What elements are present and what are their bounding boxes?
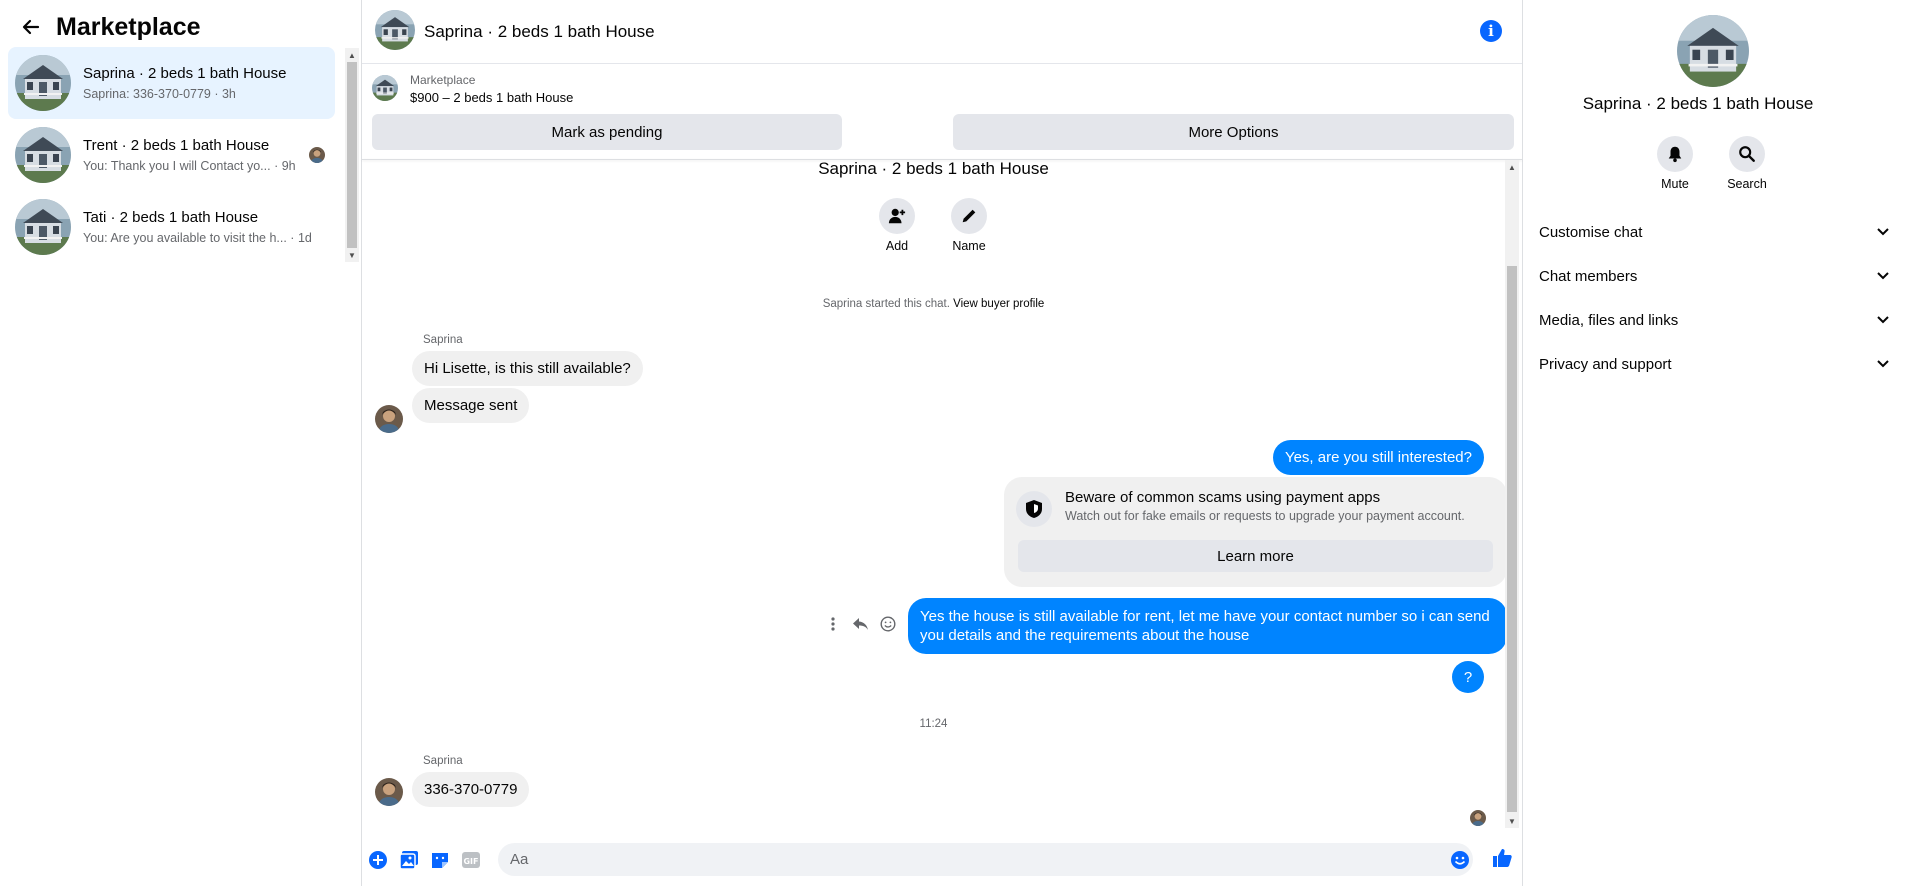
details-name: Saprina · 2 beds 1 bath House: [1582, 94, 1814, 113]
view-buyer-profile-link[interactable]: View buyer profile: [953, 298, 1044, 310]
scrollbar-thumb[interactable]: [347, 62, 357, 248]
scroll-down-arrow-icon[interactable]: ▼: [345, 248, 359, 262]
details-avatar[interactable]: [1677, 15, 1749, 87]
chat-header: Saprina · 2 beds 1 bath House i: [362, 0, 1522, 64]
svg-text:GIF: GIF: [463, 857, 478, 866]
scam-warning-title: Beware of common scams using payment app…: [1065, 489, 1381, 506]
outgoing-message[interactable]: Yes the house is still available for ren…: [908, 598, 1507, 654]
sidebar-scrollbar[interactable]: ▲ ▼: [345, 48, 359, 262]
media-files-links-section[interactable]: Media, files and links: [1539, 302, 1889, 338]
listing-price[interactable]: $900 – 2 beds 1 bath House: [410, 90, 573, 105]
mute-label: Mute: [1661, 177, 1689, 191]
chat-details-panel: Saprina · 2 beds 1 bath House Mute Searc…: [1523, 0, 1919, 886]
photo-icon[interactable]: [397, 848, 421, 872]
conversation-avatar: [15, 199, 71, 255]
mark-as-pending-button[interactable]: Mark as pending: [372, 114, 842, 150]
sender-name: Saprina: [423, 755, 463, 767]
outgoing-message[interactable]: ?: [1452, 661, 1484, 693]
incoming-message[interactable]: Hi Lisette, is this still available?: [412, 351, 643, 386]
thread-title: Saprina · 2 beds 1 bath House: [818, 159, 1049, 178]
conversation-name: Saprina · 2 beds 1 bath House: [83, 65, 287, 82]
info-icon[interactable]: i: [1480, 20, 1502, 42]
plus-circle-icon[interactable]: [366, 848, 390, 872]
conversation-item-trent[interactable]: Trent · 2 beds 1 bath House You: Thank y…: [8, 119, 335, 191]
listing-source-label: Marketplace: [410, 73, 476, 87]
name-label: Name: [952, 239, 986, 253]
chat-header-avatar[interactable]: [375, 10, 415, 50]
system-message: Saprina started this chat. View buyer pr…: [362, 298, 1505, 310]
seen-avatar-icon: [309, 147, 325, 163]
message-input[interactable]: [498, 843, 1473, 876]
listing-summary: Marketplace $900 – 2 beds 1 bath House: [372, 73, 573, 105]
reply-icon[interactable]: [850, 614, 870, 634]
chevron-down-icon: [1877, 360, 1889, 368]
outgoing-message[interactable]: Yes, are you still interested?: [1272, 440, 1484, 475]
pencil-icon[interactable]: [951, 198, 987, 234]
conversation-name: Trent · 2 beds 1 bath House: [83, 137, 270, 154]
sender-avatar[interactable]: [375, 405, 403, 433]
scroll-up-arrow-icon[interactable]: ▲: [1505, 160, 1519, 174]
conversation-name: Tati · 2 beds 1 bath House: [83, 209, 259, 226]
section-label: Customise chat: [1539, 223, 1643, 241]
add-person-icon[interactable]: [879, 198, 915, 234]
chat-header-title[interactable]: Saprina · 2 beds 1 bath House: [424, 22, 655, 42]
conversation-preview: You: Thank you I will Contact yo... · 9h: [83, 159, 296, 173]
chevron-down-icon: [1877, 272, 1889, 280]
emoji-icon[interactable]: [1448, 848, 1472, 872]
scroll-up-arrow-icon[interactable]: ▲: [345, 48, 359, 62]
learn-more-button[interactable]: Learn more: [1018, 540, 1493, 572]
search-label: Search: [1727, 177, 1767, 191]
read-receipt-avatar-icon: [1470, 810, 1486, 826]
shield-icon: [1016, 491, 1052, 527]
chat-panel: Saprina · 2 beds 1 bath House i Marketpl…: [362, 0, 1523, 886]
system-text: Saprina started this chat.: [822, 298, 950, 310]
search-icon[interactable]: [1729, 136, 1765, 172]
customise-chat-section[interactable]: Customise chat: [1539, 214, 1889, 250]
chat-scrollbar[interactable]: ▲ ▼: [1505, 160, 1519, 828]
message-composer: GIF: [362, 836, 1522, 886]
chevron-down-icon: [1877, 228, 1889, 236]
thumbs-up-icon[interactable]: [1490, 846, 1514, 870]
more-options-button[interactable]: More Options: [953, 114, 1514, 150]
scroll-down-arrow-icon[interactable]: ▼: [1505, 814, 1519, 828]
react-smiley-icon[interactable]: [878, 614, 898, 634]
sidebar-header: Marketplace: [18, 10, 201, 44]
conversation-sidebar: Marketplace Saprina · 2 beds 1 bath Hous…: [0, 0, 362, 886]
conversation-item-saprina[interactable]: Saprina · 2 beds 1 bath House Saprina: 3…: [8, 47, 335, 119]
bell-icon[interactable]: [1657, 136, 1693, 172]
sender-name: Saprina: [423, 334, 463, 346]
section-label: Media, files and links: [1539, 311, 1679, 329]
scrollbar-thumb[interactable]: [1507, 266, 1517, 812]
back-arrow-icon[interactable]: [18, 14, 44, 40]
conversation-preview: Saprina: 336-370-0779 · 3h: [83, 87, 236, 101]
conversation-avatar: [15, 127, 71, 183]
listing-thumbnail: [372, 75, 398, 101]
message-timestamp: 11:24: [919, 718, 948, 730]
section-label: Chat members: [1539, 267, 1638, 285]
add-label: Add: [885, 239, 909, 253]
privacy-support-section[interactable]: Privacy and support: [1539, 346, 1889, 382]
scam-warning-card: Beware of common scams using payment app…: [1004, 477, 1507, 587]
sender-avatar[interactable]: [375, 778, 403, 806]
chevron-down-icon: [1877, 316, 1889, 324]
sticker-icon[interactable]: [428, 848, 452, 872]
conversation-preview: You: Are you available to visit the h...…: [83, 231, 312, 245]
gif-icon[interactable]: GIF: [459, 848, 483, 872]
conversation-item-tati[interactable]: Tati · 2 beds 1 bath House You: Are you …: [8, 191, 335, 263]
conversation-avatar: [15, 55, 71, 111]
section-label: Privacy and support: [1539, 355, 1672, 373]
incoming-message[interactable]: Message sent: [412, 388, 530, 423]
incoming-message[interactable]: 336-370-0779: [412, 772, 530, 807]
sidebar-title: Marketplace: [56, 12, 201, 41]
more-vertical-icon[interactable]: [823, 614, 843, 634]
scam-warning-description: Watch out for fake emails or requests to…: [1065, 509, 1465, 523]
chat-members-section[interactable]: Chat members: [1539, 258, 1889, 294]
